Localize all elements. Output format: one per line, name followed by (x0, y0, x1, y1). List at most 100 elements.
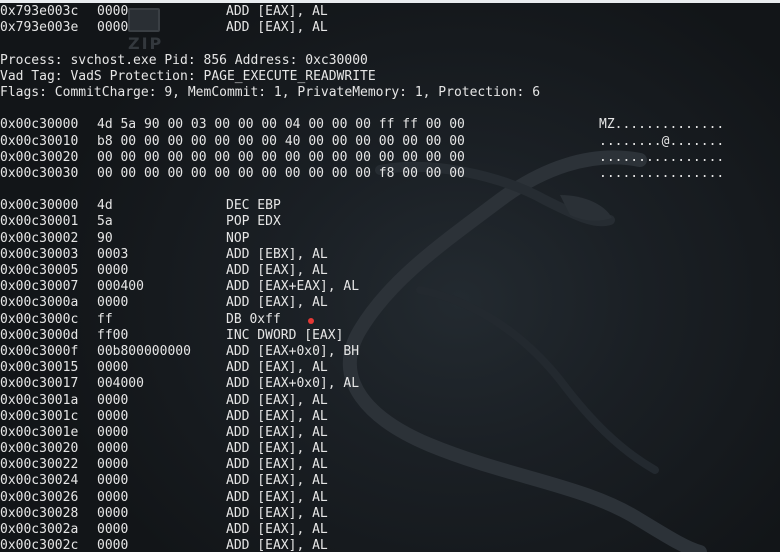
hexdump-bytes: b8 00 00 00 00 00 00 00 40 00 00 00 00 0… (97, 133, 465, 149)
opcode-bytes: 0000 (97, 473, 129, 489)
process-info-text: Flags: CommitCharge: 9, MemCommit: 1, Pr… (0, 84, 541, 100)
process-info-line: Flags: CommitCharge: 9, MemCommit: 1, Pr… (0, 85, 724, 101)
disasm-line: 0x00c3001e 0000 ADD [EAX], AL (0, 425, 724, 441)
hexdump-address: 0x00c30000 (0, 117, 79, 133)
opcode-bytes: 0000 (97, 424, 129, 440)
disasm-line: 0x00c30017 004000 ADD [EAX+0x0], AL (0, 376, 724, 392)
address: 0x00c30015 (0, 360, 79, 376)
address: 0x00c30028 (0, 505, 79, 521)
process-info-line: Vad Tag: VadS Protection: PAGE_EXECUTE_R… (0, 69, 724, 85)
opcode-bytes: 0000 (97, 441, 129, 457)
opcode-bytes: 0003 (97, 246, 129, 262)
address: 0x00c3000c (0, 311, 79, 327)
disasm-line: 0x00c3001c 0000 ADD [EAX], AL (0, 409, 724, 425)
disasm-line: 0x00c30022 0000 ADD [EAX], AL (0, 457, 724, 473)
opcode-bytes: ff00 (97, 327, 129, 343)
disasm-line: 0x00c3000f 00b800000000 ADD [EAX+0x0], BH (0, 344, 724, 360)
disasm-line: 0x00c30007 000400 ADD [EAX+EAX], AL (0, 279, 724, 295)
opcode-bytes: 00b800000000 (97, 343, 191, 359)
hexdump-ascii: MZ.............. (599, 117, 725, 133)
opcode-bytes: 0000 (97, 457, 129, 473)
address: 0x00c30002 (0, 230, 79, 246)
terminal-output: 0x793e003c 0000 ADD [EAX], AL 0x793e003e 000… (0, 4, 724, 552)
process-info-text: Vad Tag: VadS Protection: PAGE_EXECUTE_R… (0, 68, 376, 84)
instruction: NOP (226, 230, 250, 246)
instruction: ADD [EBX], AL (226, 246, 328, 262)
address: 0x00c30026 (0, 489, 79, 505)
instruction: ADD [EAX], AL (226, 360, 328, 376)
instruction: ADD [EAX], AL (226, 489, 328, 505)
instruction: ADD [EAX], AL (226, 505, 328, 521)
instruction: ADD [EAX], AL (226, 263, 328, 278)
opcode-bytes: 0000 (97, 360, 129, 376)
instruction: ADD [EAX], AL (226, 441, 328, 457)
instruction: INC DWORD [EAX] (226, 327, 344, 343)
address: 0x00c30024 (0, 473, 79, 489)
disasm-line: 0x00c30002 90 NOP (0, 231, 724, 247)
process-info-line: Process: svchost.exe Pid: 856 Address: 0… (0, 53, 724, 69)
address: 0x00c3001a (0, 392, 79, 408)
disasm-line: 0x00c30020 0000 ADD [EAX], AL (0, 441, 724, 457)
address: 0x00c30022 (0, 457, 79, 473)
hexdump-ascii: ................ (599, 149, 725, 165)
address: 0x00c3002c (0, 538, 79, 552)
disasm-line: 0x00c30005 0000 ADD [EAX], AL (0, 263, 724, 279)
hexdump-address: 0x00c30030 (0, 165, 79, 181)
disasm-line: 0x00c3002c 0000 ADD [EAX], AL (0, 538, 724, 552)
address: 0x00c3002a (0, 522, 79, 537)
instruction: ADD [EAX], AL (226, 522, 328, 537)
disasm-line: 0x00c30028 0000 ADD [EAX], AL (0, 506, 724, 522)
opcode-bytes: 0000 (97, 4, 129, 19)
instruction: ADD [EAX], AL (226, 473, 328, 489)
address: 0x793e003e (0, 20, 79, 36)
address: 0x00c3000a (0, 295, 79, 311)
terminal-window[interactable]: ZIP 0x793e003c 0000 ADD [EAX], AL 0x793e003… (0, 0, 780, 552)
address: 0x00c30017 (0, 376, 79, 392)
hexdump-address: 0x00c30020 (0, 149, 79, 165)
process-info-text: Process: svchost.exe Pid: 856 Address: 0… (0, 52, 368, 68)
instruction: ADD [EAX], AL (226, 20, 328, 36)
opcode-bytes: 0000 (97, 522, 129, 537)
address: 0x00c3000d (0, 327, 79, 343)
disasm-line: 0x00c30001 5a POP EDX (0, 214, 724, 230)
disasm-line: 0x00c3001a 0000 ADD [EAX], AL (0, 393, 724, 409)
opcode-bytes: 0000 (97, 392, 129, 408)
disasm-line: 0x793e003e 0000 ADD [EAX], AL (0, 20, 724, 36)
address: 0x00c30020 (0, 441, 79, 457)
opcode-bytes: ff (97, 311, 113, 327)
instruction: ADD [EAX+EAX], AL (226, 279, 360, 295)
hexdump-bytes: 4d 5a 90 00 03 00 00 00 04 00 00 00 ff f… (97, 117, 465, 133)
disasm-line: 0x00c30024 0000 ADD [EAX], AL (0, 473, 724, 489)
opcode-bytes: 5a (97, 214, 113, 230)
hexdump-address: 0x00c30010 (0, 133, 79, 149)
disasm-line: 0x00c30003 0003 ADD [EBX], AL (0, 247, 724, 263)
disasm-line: 0x00c3000d ff00 INC DWORD [EAX] (0, 328, 724, 344)
hexdump-row: 0x00c30010 b8 00 00 00 00 00 00 00 40 00 … (0, 134, 724, 150)
instruction: ADD [EAX], AL (226, 392, 328, 408)
opcode-bytes: 004000 (97, 376, 144, 392)
disasm-line: 0x00c30015 0000 ADD [EAX], AL (0, 360, 724, 376)
opcode-bytes: 90 (97, 230, 113, 246)
disasm-line: 0x00c30026 0000 ADD [EAX], AL (0, 490, 724, 506)
disasm-line: 0x00c30000 4d DEC EBP (0, 198, 724, 214)
address: 0x00c3001c (0, 408, 79, 424)
instruction: ADD [EAX], AL (226, 538, 328, 552)
address: 0x00c3001e (0, 424, 79, 440)
address: 0x00c30003 (0, 246, 79, 262)
address: 0x00c30001 (0, 214, 79, 230)
address: 0x793e003c (0, 4, 79, 19)
instruction: ADD [EAX], AL (226, 408, 328, 424)
disasm-line: 0x793e003c 0000 ADD [EAX], AL (0, 4, 724, 20)
opcode-bytes: 0000 (97, 20, 129, 36)
instruction: DEC EBP (226, 198, 281, 214)
instruction: ADD [EAX], AL (226, 295, 328, 311)
instruction: DB 0xff (226, 311, 281, 327)
opcode-bytes: 0000 (97, 263, 129, 278)
opcode-bytes: 0000 (97, 295, 129, 311)
opcode-bytes: 000400 (97, 279, 144, 295)
opcode-bytes: 4d (97, 198, 113, 214)
disasm-line: 0x00c3000a 0000 ADD [EAX], AL (0, 295, 724, 311)
